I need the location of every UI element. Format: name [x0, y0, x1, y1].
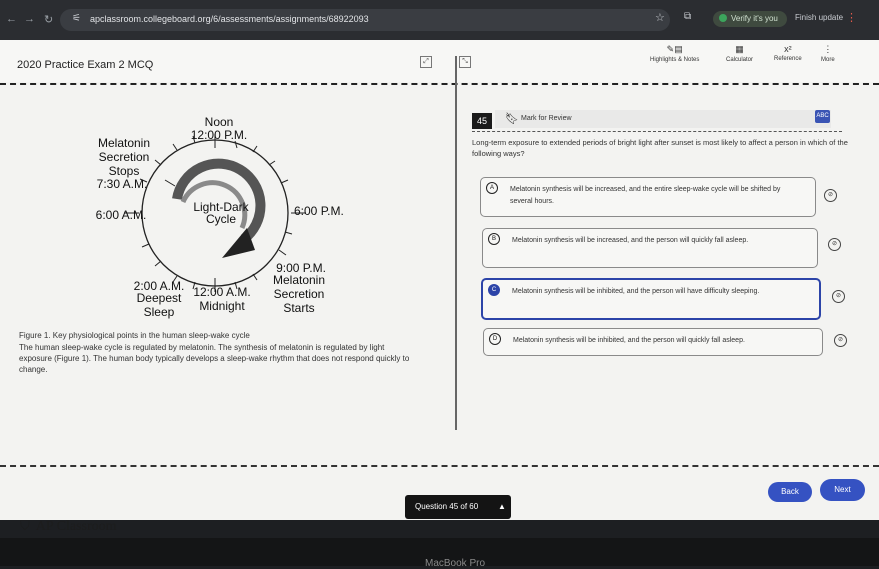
- answer-choice-a[interactable]: A Melatonin synthesis will be increased,…: [480, 177, 816, 217]
- site-settings-icon[interactable]: ⚟: [72, 13, 81, 24]
- stops-pointer: [164, 179, 176, 187]
- forward-arrow-icon[interactable]: →: [24, 13, 35, 25]
- next-button[interactable]: Next: [820, 479, 865, 501]
- footer-divider: [0, 465, 879, 467]
- question-progress-label: Question 45 of 60: [415, 502, 479, 511]
- melatonin-starts-label-1: Melatonin: [273, 273, 325, 287]
- choice-letter: A: [486, 182, 498, 194]
- address-bar[interactable]: ⚟ apclassroom.collegeboard.org/6/assessm…: [60, 9, 670, 31]
- pen-note-icon: ✎▤: [666, 44, 683, 54]
- back-arrow-icon[interactable]: ←: [6, 13, 17, 25]
- expand-right-pane-icon[interactable]: ⤡: [459, 56, 471, 68]
- six-pm-label: 6:00 P.M.: [294, 204, 344, 218]
- tool-label: More: [821, 57, 835, 63]
- reference-button[interactable]: x² Reference: [774, 44, 802, 62]
- noon-label: Noon: [205, 115, 234, 129]
- noon-time-label: 12:00 P.M.: [191, 128, 247, 142]
- back-button[interactable]: Back: [768, 482, 812, 502]
- melatonin-starts-label-3: Starts: [283, 301, 314, 315]
- question-divider: [472, 131, 842, 132]
- device-label: MacBook Pro: [425, 558, 486, 569]
- calculator-button[interactable]: ▦ Calculator: [726, 44, 753, 63]
- choice-letter: B: [488, 233, 500, 245]
- verify-identity-button[interactable]: Verify it's you: [713, 11, 787, 27]
- eliminate-d-icon[interactable]: ⊘: [834, 334, 847, 347]
- tool-label: Reference: [774, 56, 802, 62]
- browser-menu-icon[interactable]: ⋮: [846, 11, 857, 24]
- tool-label: Calculator: [726, 57, 754, 63]
- chevron-up-icon: ▲: [498, 502, 506, 511]
- browser-toolbar: ← → ↻ ⚟ apclassroom.collegeboard.org/6/a…: [0, 0, 879, 40]
- mark-for-review-button[interactable]: Mark for Review: [521, 115, 572, 122]
- review-bar: 🔖︎ Mark for Review ABC: [495, 110, 831, 128]
- verify-label: Verify it's you: [731, 14, 778, 23]
- center-label-2: Cycle: [206, 212, 236, 226]
- midnight-time-label: 12:00 A.M.: [193, 285, 250, 299]
- answer-choice-c[interactable]: C Melatonin synthesis will be inhibited,…: [481, 278, 821, 320]
- url-text: apclassroom.collegeboard.org/6/assessmen…: [90, 14, 369, 24]
- choice-letter: C: [488, 284, 500, 296]
- question-stem: Long-term exposure to extended periods o…: [472, 138, 848, 158]
- highlights-notes-button[interactable]: ✎▤ Highlights & Notes: [650, 44, 699, 63]
- kebab-icon: ⋮: [823, 44, 833, 54]
- choice-text: Melatonin synthesis will be increased, a…: [512, 237, 749, 244]
- finish-update-button[interactable]: Finish update: [795, 13, 843, 22]
- question-number: 45: [472, 113, 492, 129]
- page-title: 2020 Practice Exam 2 MCQ: [17, 59, 154, 71]
- more-button[interactable]: ⋮ More: [821, 44, 835, 63]
- deepest-sleep-label-1: Deepest: [137, 291, 182, 305]
- bookmark-icon[interactable]: 🔖︎: [505, 112, 519, 125]
- header-divider: [0, 83, 879, 85]
- answer-choice-d[interactable]: D Melatonin synthesis will be inhibited,…: [483, 328, 823, 356]
- answer-choice-b[interactable]: B Melatonin synthesis will be increased,…: [482, 228, 818, 268]
- choice-letter: D: [489, 333, 501, 345]
- deepest-sleep-label-2: Sleep: [144, 305, 175, 319]
- six-am-label: 6:00 A.M.: [96, 208, 147, 222]
- expand-left-pane-icon[interactable]: ⤢: [420, 56, 432, 68]
- ap-classroom-logo: ⛉ AP Classroom: [20, 518, 117, 535]
- extensions-icon[interactable]: ⧉: [684, 11, 691, 22]
- pane-splitter[interactable]: [455, 56, 457, 430]
- eliminate-c-icon[interactable]: ⊘: [832, 290, 845, 303]
- sleep-wake-cycle-figure: Noon 12:00 P.M. Melatonin Secretion Stop…: [96, 115, 344, 319]
- calculator-icon: ▦: [735, 44, 744, 54]
- melatonin-starts-label-2: Secretion: [274, 287, 325, 301]
- tool-label: Highlights & Notes: [650, 57, 700, 63]
- reload-icon[interactable]: ↻: [44, 13, 53, 26]
- choice-text: Melatonin synthesis will be inhibited, a…: [512, 288, 760, 295]
- melatonin-stops-label-3: Stops: [109, 164, 140, 178]
- melatonin-stops-time: 7:30 A.M.: [97, 177, 148, 191]
- eliminate-a-icon[interactable]: ⊘: [824, 189, 837, 202]
- brand-label: AP Classroom: [35, 519, 117, 534]
- answer-eliminator-toggle[interactable]: ABC: [815, 110, 830, 123]
- bookmark-star-icon[interactable]: ☆: [655, 11, 665, 24]
- exam-header: 2020 Practice Exam 2 MCQ ✎▤ Highlights & …: [0, 40, 879, 82]
- choice-text: Melatonin synthesis will be inhibited, a…: [513, 337, 745, 344]
- midnight-label: Midnight: [199, 299, 245, 313]
- formula-icon: x²: [784, 44, 792, 54]
- figure-caption: Figure 1. Key physiological points in th…: [19, 331, 250, 340]
- melatonin-stops-label-1: Melatonin: [98, 136, 150, 150]
- eliminate-b-icon[interactable]: ⊘: [828, 238, 841, 251]
- profile-dot-icon: [719, 14, 727, 22]
- ap-shield-icon: ⛉: [20, 518, 30, 533]
- question-navigator-button[interactable]: Question 45 of 60 ▲: [405, 495, 511, 519]
- melatonin-stops-label-2: Secretion: [99, 150, 150, 164]
- choice-text: Melatonin synthesis will be increased, a…: [510, 186, 781, 205]
- stimulus-text: The human sleep-wake cycle is regulated …: [19, 343, 410, 374]
